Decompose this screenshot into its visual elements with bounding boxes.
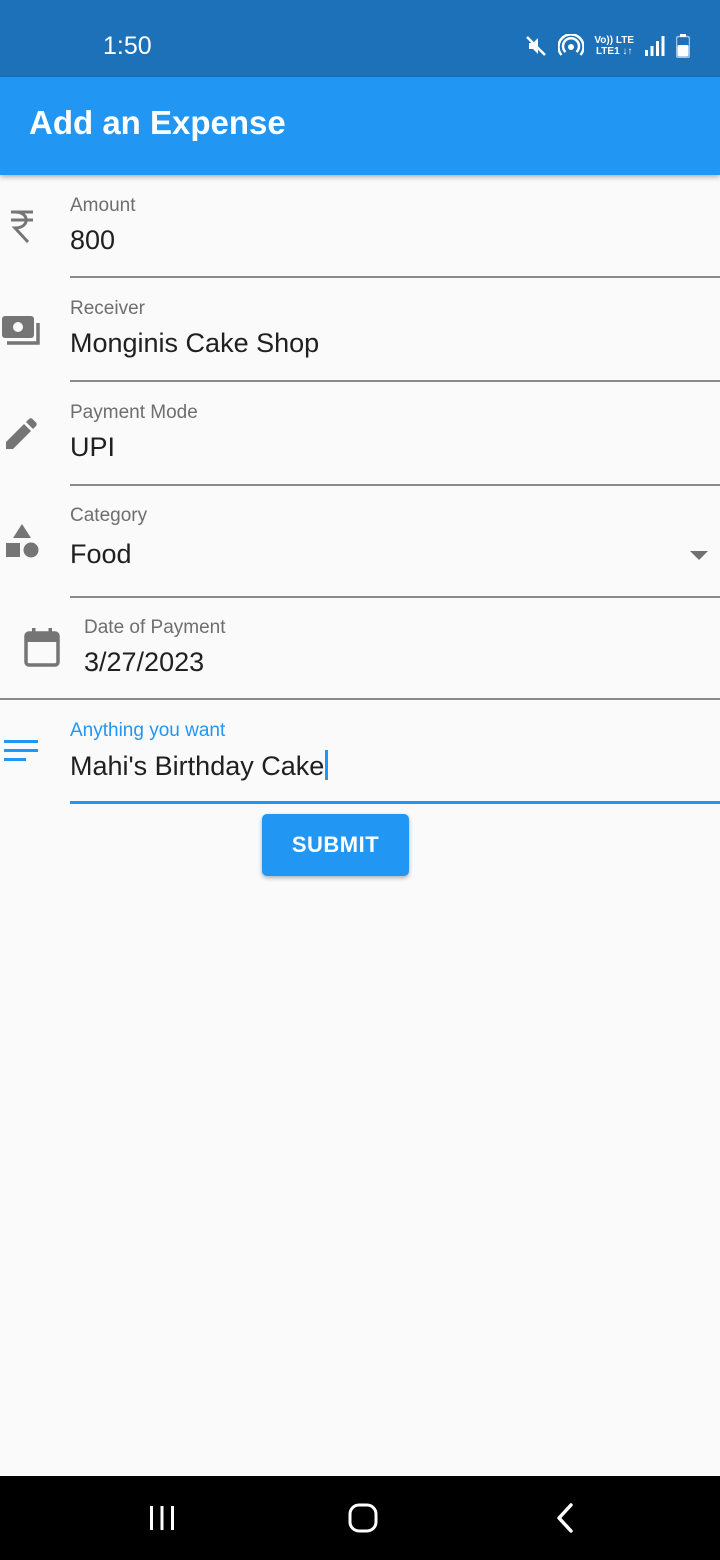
navigation-bar <box>0 1476 720 1560</box>
category-shapes-icon <box>6 524 39 558</box>
note-underline <box>70 801 720 804</box>
pencil-icon <box>6 418 37 449</box>
category-dropdown[interactable]: Category Food <box>0 487 720 599</box>
home-icon <box>348 1503 378 1533</box>
amount-input[interactable]: 800 <box>70 225 115 256</box>
note-input-text: Mahi's Birthday Cake <box>70 751 325 781</box>
amount-label: Amount <box>70 195 136 216</box>
payment-mode-label: Payment Mode <box>70 402 198 423</box>
notes-icon <box>4 740 38 761</box>
battery-icon <box>676 34 690 58</box>
category-underline <box>70 596 720 598</box>
note-field[interactable]: Anything you want Mahi's Birthday Cake <box>0 701 720 805</box>
back-icon <box>557 1503 573 1533</box>
money-icon <box>2 316 40 345</box>
payment-mode-field[interactable]: Payment Mode UPI <box>0 383 720 487</box>
date-label: Date of Payment <box>84 617 226 638</box>
chevron-down-icon[interactable] <box>690 551 708 561</box>
date-underline <box>0 698 720 700</box>
note-label: Anything you want <box>70 720 226 741</box>
app-bar: Add an Expense <box>0 77 720 175</box>
date-input[interactable]: 3/27/2023 <box>84 647 204 678</box>
receiver-label: Receiver <box>70 298 145 319</box>
date-field[interactable]: Date of Payment 3/27/2023 <box>0 599 720 701</box>
home-button[interactable] <box>303 1476 423 1560</box>
recent-apps-icon <box>150 1506 174 1530</box>
receiver-input[interactable]: Monginis Cake Shop <box>70 328 319 359</box>
volte-lte-icon: Vo)) LTE LTE1 ↓↑ <box>594 35 634 57</box>
back-button[interactable] <box>505 1476 625 1560</box>
category-value: Food <box>70 539 132 569</box>
payment-mode-input[interactable]: UPI <box>70 432 115 463</box>
category-label: Category <box>70 505 148 526</box>
status-bar: 1:50 Vo)) LTE LTE1 ↓↑ <box>0 0 720 77</box>
mute-icon <box>526 36 547 56</box>
status-time: 1:50 <box>103 32 152 60</box>
lte-top-text: Vo)) LTE <box>594 35 634 46</box>
status-icons: Vo)) LTE LTE1 ↓↑ <box>524 34 690 58</box>
receiver-underline <box>70 380 720 382</box>
calendar-icon <box>24 628 60 667</box>
recent-apps-button[interactable] <box>102 1476 222 1560</box>
page-title: Add an Expense <box>29 104 286 141</box>
amount-underline <box>70 276 720 278</box>
submit-button[interactable]: SUBMIT <box>262 814 409 876</box>
amount-field[interactable]: Amount 800 <box>0 175 720 279</box>
text-cursor <box>325 750 329 780</box>
payment-mode-underline <box>70 484 720 486</box>
signal-icon <box>645 36 665 56</box>
lte-bottom-text: LTE1 ↓↑ <box>595 46 633 57</box>
hotspot-icon <box>558 34 585 56</box>
receiver-field[interactable]: Receiver Monginis Cake Shop <box>0 279 720 383</box>
note-input[interactable]: Mahi's Birthday Cake <box>70 750 329 782</box>
rupee-icon <box>11 210 33 243</box>
